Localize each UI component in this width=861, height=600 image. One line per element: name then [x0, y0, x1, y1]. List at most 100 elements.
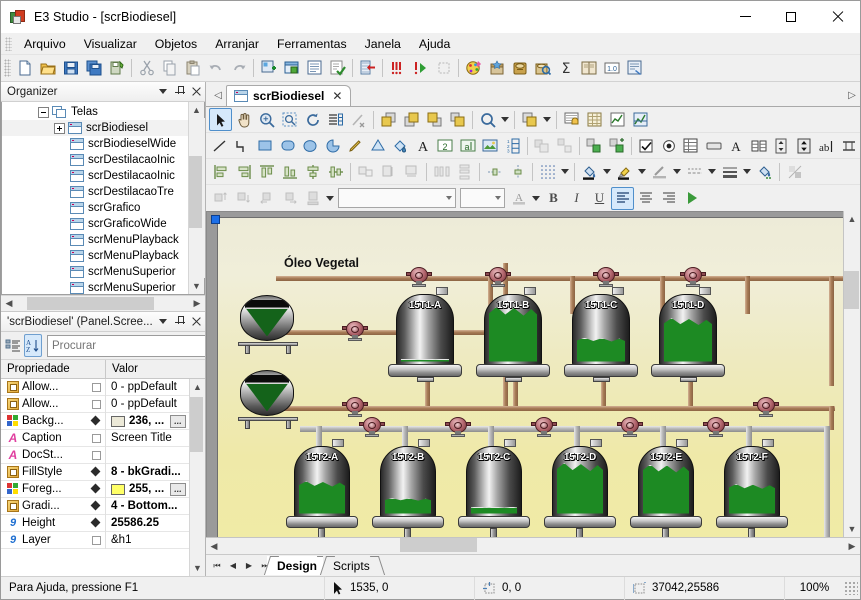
valve-t2d[interactable] — [617, 416, 643, 438]
scroll-track[interactable] — [844, 227, 860, 521]
list-box-button[interactable]: 123 — [502, 134, 525, 157]
properties-search-box[interactable] — [47, 334, 223, 357]
tree-node-telas[interactable]: Telas — [2, 104, 188, 120]
menu-item-objetos[interactable]: Objetos — [146, 34, 206, 54]
scroll-thumb[interactable] — [189, 397, 203, 452]
scroll-thumb[interactable] — [844, 271, 859, 309]
property-row[interactable]: Backg... 236, ... ... — [1, 412, 189, 430]
sheet-first-button[interactable]: ⏮ — [209, 557, 225, 575]
align-text-left-button[interactable] — [611, 186, 634, 210]
tree-item-2[interactable]: scrDestilacaoInic — [2, 152, 188, 168]
font-size-combo[interactable] — [460, 188, 505, 208]
align-bottom-button[interactable] — [278, 160, 301, 183]
align-center-h-button[interactable] — [301, 160, 324, 183]
valve-oil-lower[interactable] — [342, 396, 368, 418]
align-left-edge-button[interactable] — [356, 57, 379, 80]
tank-15t1-b[interactable]: 15T1-B — [484, 287, 542, 366]
group-dropdown[interactable] — [541, 108, 553, 131]
snap-grid-dropdown[interactable] — [559, 160, 571, 183]
highlight-color-button[interactable] — [613, 160, 636, 183]
property-row[interactable]: 9 Layer &h1 — [1, 531, 189, 549]
collapse-box-icon[interactable] — [38, 106, 49, 118]
resize-grip-icon[interactable] — [844, 581, 858, 595]
property-row[interactable]: 9 Height 25586.25 — [1, 514, 189, 532]
italic-button[interactable]: I — [565, 187, 588, 210]
radio-button-button[interactable] — [657, 134, 680, 157]
tree-item-10[interactable]: scrMenuSuperior — [2, 280, 188, 294]
paste-button[interactable] — [181, 57, 204, 80]
text-position-dropdown[interactable] — [324, 187, 336, 210]
scrollbar-button[interactable] — [837, 134, 860, 157]
property-value[interactable]: 236, ... — [129, 415, 164, 427]
document-tab-scrbiodiesel[interactable]: scrBiodiesel ✕ — [226, 85, 352, 106]
properties-vertical-scrollbar[interactable]: ▲ ▼ — [189, 379, 206, 576]
setpoint-button[interactable]: a — [457, 134, 480, 157]
tank-15t1-d[interactable]: 15T1-D — [659, 287, 717, 366]
organizer-pin-button[interactable] — [171, 83, 188, 100]
valve-t1d[interactable] — [680, 266, 706, 288]
properties-dropdown-button[interactable] — [154, 313, 171, 330]
bring-forward-button[interactable] — [423, 108, 446, 131]
save-all-button[interactable] — [82, 57, 105, 80]
same-width-button[interactable] — [377, 160, 400, 183]
zoom-region-button[interactable] — [278, 108, 301, 131]
menu-item-janela[interactable]: Janela — [356, 34, 410, 54]
doc-nav-next-button[interactable]: ▷ — [844, 84, 860, 106]
valve-t2e[interactable] — [703, 416, 729, 438]
tank-15t1-a[interactable]: 15T1-A — [396, 287, 454, 366]
display-button[interactable]: 2 — [434, 134, 457, 157]
tank-15t1-c[interactable]: 15T1-C — [572, 287, 630, 366]
tank-15t2-b[interactable]: 15T2-B — [380, 439, 436, 518]
book-button[interactable] — [577, 57, 600, 80]
undo-button[interactable] — [204, 57, 227, 80]
alarm-button[interactable] — [560, 108, 583, 131]
bottom-align-text-button[interactable] — [232, 187, 255, 210]
organizer-tree[interactable]: Telas scrBiodiesel scrBiodieselWide scrD… — [2, 102, 188, 294]
link-button[interactable] — [583, 134, 606, 157]
line-button[interactable] — [209, 134, 232, 157]
tree-item-6[interactable]: scrGraficoWide — [2, 216, 188, 232]
valve-t2c[interactable] — [531, 416, 557, 438]
zoom-level-button[interactable] — [476, 108, 499, 131]
fill-button[interactable] — [389, 134, 412, 157]
color-picker-button[interactable]: ... — [170, 482, 186, 496]
scada-screen[interactable]: Óleo Vegetal 15T1-A 15T1-B 15T1-C 15T1-D… — [217, 217, 843, 537]
top-align-text-button[interactable] — [209, 187, 232, 210]
checkbox-button[interactable] — [635, 134, 658, 157]
tree-horizontal-scrollbar[interactable]: ◀ ▶ — [1, 295, 205, 311]
pan-hand-button[interactable] — [232, 108, 255, 131]
same-height-button[interactable] — [400, 160, 423, 183]
text-button[interactable]: A — [412, 134, 435, 157]
selection-handle[interactable] — [211, 215, 220, 224]
property-value[interactable]: 8 - bkGradi... — [106, 466, 189, 478]
align-text-center-button[interactable] — [634, 187, 657, 210]
scroll-track[interactable] — [189, 395, 206, 560]
property-row[interactable]: Gradi... 4 - Bottom... — [1, 497, 189, 515]
align-objects-button[interactable] — [531, 134, 554, 157]
run-button[interactable] — [409, 57, 432, 80]
property-row[interactable]: Foreg... 255, ... ... — [1, 480, 189, 498]
align-left-button[interactable] — [209, 160, 232, 183]
tree-item-5[interactable]: scrGrafico — [2, 200, 188, 216]
label-button[interactable]: A — [725, 134, 748, 157]
select-arrow-button[interactable] — [209, 108, 232, 131]
report-button[interactable] — [623, 57, 646, 80]
property-value[interactable]: Screen Title — [106, 432, 189, 444]
scroll-down-button[interactable]: ▼ — [190, 560, 206, 576]
grid-button[interactable] — [680, 134, 703, 157]
canvas-scroll-right-button[interactable]: ▶ — [844, 538, 860, 554]
rectangle-button[interactable] — [254, 134, 277, 157]
valve-t2b[interactable] — [445, 416, 471, 438]
line-style-dropdown[interactable] — [706, 160, 718, 183]
arc-button[interactable] — [322, 134, 345, 157]
xy-chart-button[interactable] — [629, 108, 652, 131]
color-picker-button[interactable]: ... — [170, 414, 186, 428]
organizer-close-button[interactable] — [188, 83, 205, 100]
zoom-button[interactable] — [255, 108, 278, 131]
tree-item-1[interactable]: scrBiodieselWide — [2, 136, 188, 152]
polygon-button[interactable] — [367, 134, 390, 157]
property-row[interactable]: FillStyle 8 - bkGradi... — [1, 463, 189, 481]
tank-15t2-d[interactable]: 15T2-D — [552, 439, 608, 518]
object-list-button[interactable] — [324, 108, 347, 131]
property-value[interactable]: 0 - ppDefault — [106, 381, 189, 393]
